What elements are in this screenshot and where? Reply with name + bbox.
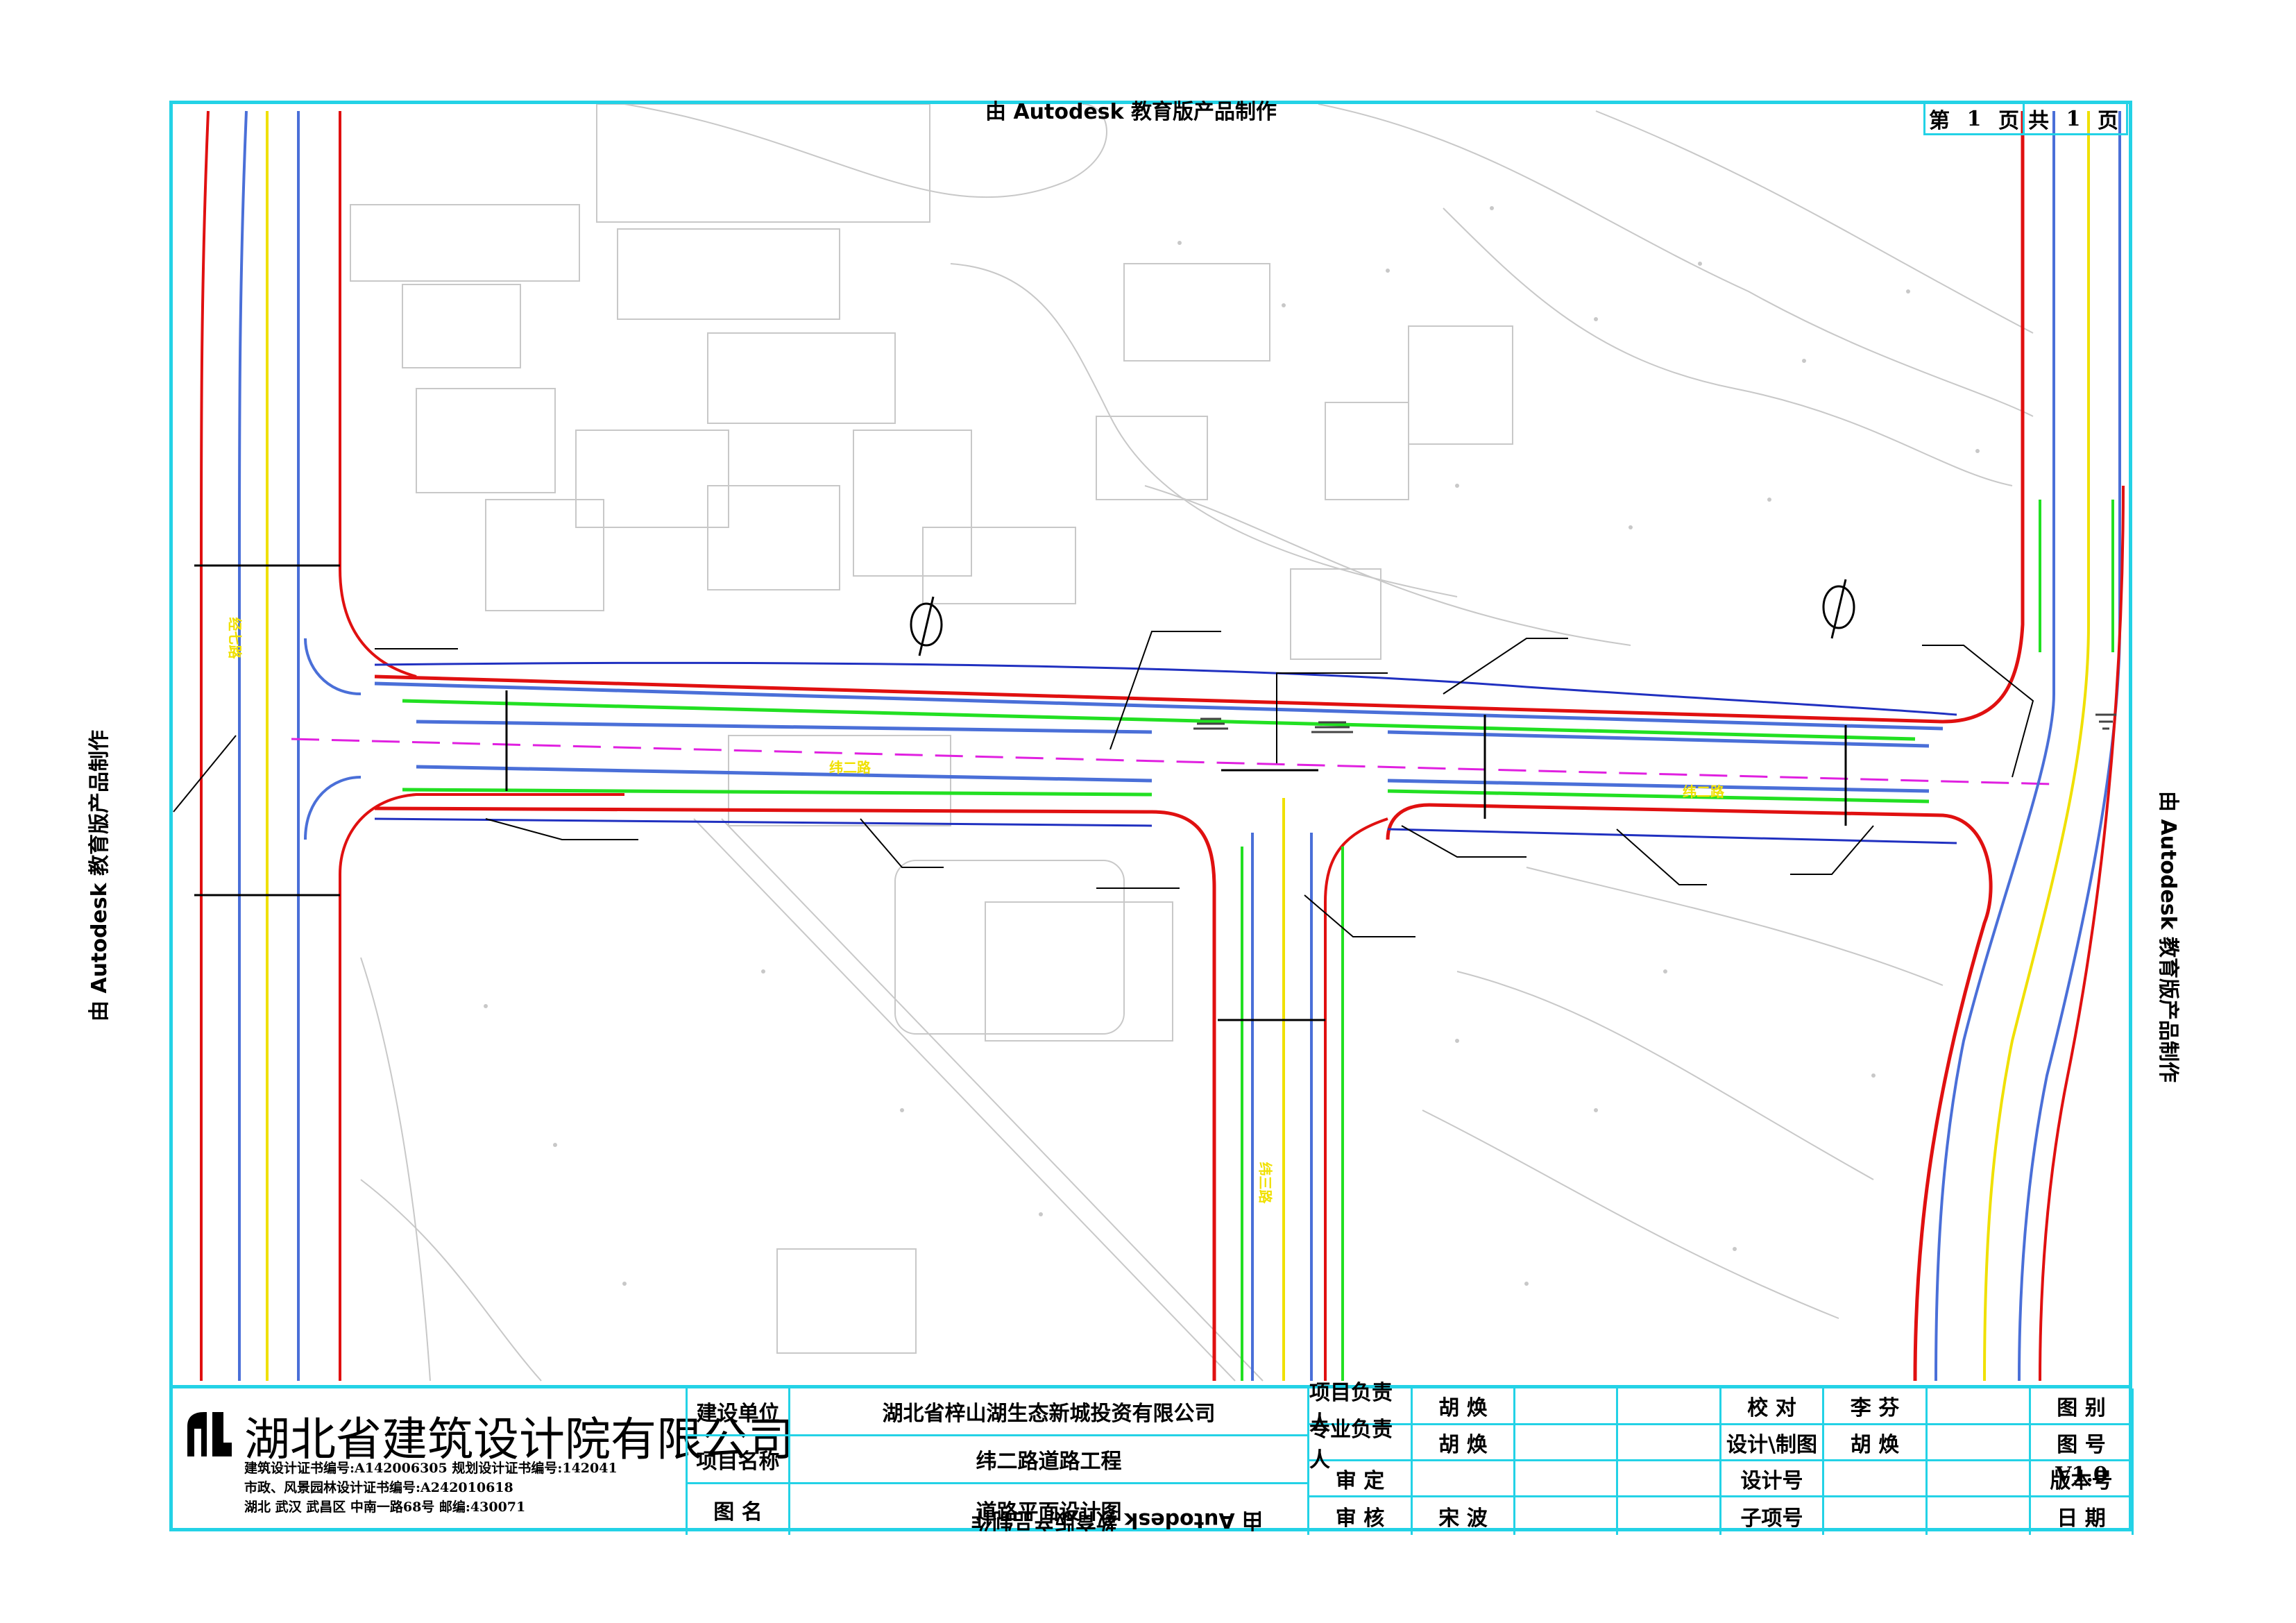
- company-address: 湖北 武汉 武昌区 中南一路68号 邮编:430071: [244, 1499, 526, 1515]
- role-reviewer: 审 核: [1335, 1506, 1385, 1531]
- role-subitem-no: 子项号: [1740, 1506, 1803, 1531]
- drawing-frame: [169, 101, 2132, 1531]
- label-drawing-number: 图 号: [2057, 1432, 2106, 1457]
- row-value-project: 纬二路道路工程: [976, 1450, 1122, 1474]
- name-checker: 李 芬: [1850, 1396, 1900, 1420]
- watermark-left: 由 Autodesk 教育版产品制作: [87, 729, 112, 1022]
- company-logo-icon: [187, 1412, 232, 1456]
- total-unit: 页: [2098, 109, 2118, 133]
- value-version: V1.0: [2055, 1463, 2108, 1487]
- name-approver: [1413, 1461, 1513, 1495]
- page-unit: 页: [1995, 104, 2025, 133]
- label-date: 日 期: [2057, 1506, 2106, 1531]
- total-label: 共: [2028, 109, 2049, 133]
- role-designer: 设计\制图: [1726, 1432, 1817, 1457]
- name-designer: 胡 焕: [1850, 1432, 1900, 1457]
- row-label-project: 项目名称: [696, 1450, 780, 1474]
- page-number-box: 第 1 页 共 1 页: [1923, 102, 2128, 135]
- road-label-west-road: 经七路: [226, 617, 244, 659]
- label-drawing-category: 图 别: [2057, 1396, 2106, 1420]
- road-label-south-branch: 纬三路: [1257, 1162, 1274, 1204]
- name-reviewer: 宋 波: [1438, 1506, 1488, 1531]
- road-label-main-west: 纬二路: [829, 759, 871, 776]
- value-design-no: [1824, 1461, 1925, 1495]
- total-number: 1: [2066, 106, 2081, 131]
- title-block: 湖北省建筑设计院有限公司 建筑设计证书编号:A142006305 规划设计证书编…: [169, 1381, 2134, 1535]
- role-design-no: 设计号: [1740, 1468, 1803, 1493]
- name-discipline-lead: 胡 焕: [1438, 1432, 1488, 1457]
- row-value-drawing-name: 道路平面设计图: [976, 1499, 1122, 1524]
- row-label-drawing-name: 图 名: [713, 1499, 763, 1524]
- role-checker: 校 对: [1747, 1396, 1796, 1420]
- row-value-client: 湖北省梓山湖生态新城投资有限公司: [882, 1402, 1216, 1426]
- name-project-lead: 胡 焕: [1438, 1396, 1488, 1420]
- value-subitem-no: [1824, 1497, 1925, 1535]
- row-label-client: 建设单位: [696, 1402, 780, 1426]
- page-label: 第: [1929, 109, 1950, 133]
- road-label-main-east: 纬二路: [1683, 783, 1724, 800]
- page-number: 1: [1966, 106, 1982, 131]
- role-discipline-lead: 专业负责人: [1309, 1417, 1393, 1472]
- watermark-top: 由 Autodesk 教育版产品制作: [985, 100, 1277, 124]
- watermark-right: 由 Autodesk 教育版产品制作: [2156, 791, 2180, 1083]
- company-cert-line2: 市政、风景园林设计证书编号:A242010618: [244, 1480, 513, 1495]
- role-approver: 审 定: [1335, 1468, 1385, 1493]
- company-cert-line1: 建筑设计证书编号:A142006305 规划设计证书编号:142041: [244, 1461, 618, 1476]
